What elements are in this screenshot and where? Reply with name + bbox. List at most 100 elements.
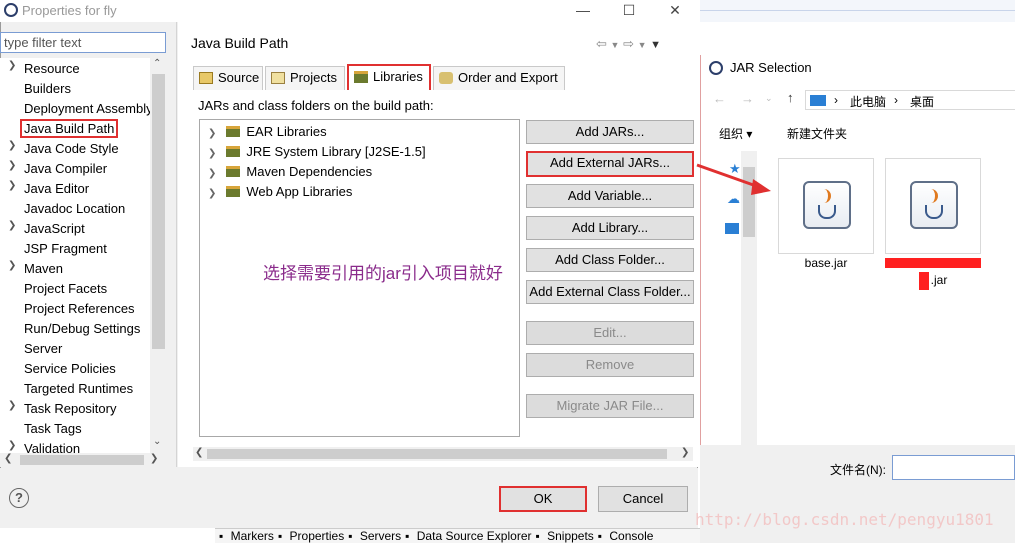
add-variable-button[interactable]: Add Variable... — [526, 184, 694, 208]
back-icon[interactable]: ⇦ — [596, 36, 607, 51]
add-class-folder-button[interactable]: Add Class Folder... — [526, 248, 694, 272]
tree-item[interactable]: Service Policies — [24, 359, 116, 379]
tree-horizontal-scrollbar[interactable]: ❮ ❯ — [0, 453, 166, 467]
tab-order-export[interactable]: Order and Export — [433, 66, 565, 90]
bottom-tab[interactable]: ▪ Markers — [219, 529, 274, 543]
scroll-left-icon[interactable]: ❮ — [195, 447, 203, 458]
remove-button[interactable]: Remove — [526, 353, 694, 377]
chevron-down-icon[interactable]: ⌄ — [765, 93, 773, 104]
tree-item[interactable]: Task Tags — [24, 419, 82, 439]
maximize-button[interactable]: ☐ — [606, 0, 652, 22]
scroll-thumb[interactable] — [207, 449, 667, 459]
up-icon[interactable]: ↑ — [787, 90, 794, 105]
pc-icon[interactable] — [725, 223, 739, 234]
close-button[interactable]: ✕ — [652, 0, 698, 22]
file-item-base-jar[interactable] — [778, 158, 874, 254]
tree-item[interactable]: Project Facets — [24, 279, 107, 299]
scroll-up-icon[interactable]: ⌃ — [153, 58, 161, 69]
scroll-right-icon[interactable]: ❯ — [150, 453, 158, 464]
organize-menu[interactable]: 组织 ▾ — [719, 125, 752, 142]
scroll-thumb[interactable] — [20, 455, 144, 465]
tree-item[interactable]: Project References — [24, 299, 135, 319]
back-icon[interactable]: ← — [713, 91, 726, 106]
expand-icon[interactable]: ❯ — [8, 60, 16, 71]
java-file-icon — [803, 181, 851, 229]
tree-item[interactable]: Server — [24, 339, 62, 359]
migrate-jar-button[interactable]: Migrate JAR File... — [526, 394, 694, 418]
file-item-jar[interactable] — [885, 158, 981, 254]
bottom-tab[interactable]: ▪ Console — [598, 529, 654, 543]
tree-item[interactable]: Validation — [24, 439, 80, 453]
ok-button[interactable]: OK — [499, 486, 587, 512]
tree-vertical-scrollbar[interactable]: ⌃ ⌄ — [150, 58, 166, 453]
filter-input[interactable]: type filter text — [0, 32, 166, 53]
library-icon — [226, 186, 241, 197]
library-item[interactable]: ❯ EAR Libraries — [208, 122, 327, 142]
tree-item[interactable]: Task Repository — [24, 399, 116, 419]
expand-icon[interactable]: ❯ — [8, 180, 16, 191]
tree-item[interactable]: JSP Fragment — [24, 239, 107, 259]
minimize-button[interactable]: — — [560, 0, 606, 22]
tree-item[interactable]: Builders — [24, 79, 71, 99]
redaction-mark — [885, 258, 981, 268]
chevron-down-icon[interactable]: ▼ — [638, 40, 647, 50]
filename-input[interactable] — [892, 455, 1015, 480]
scroll-thumb[interactable] — [152, 74, 165, 349]
forward-icon[interactable]: ⇨ — [623, 36, 634, 51]
splitter[interactable] — [176, 22, 177, 467]
add-external-jars-button[interactable]: Add External JARs... — [526, 151, 694, 177]
tree-item[interactable]: Java Editor — [24, 179, 89, 199]
chevron-down-icon[interactable]: ▼ — [611, 40, 620, 50]
help-icon[interactable]: ? — [9, 488, 29, 508]
file-name: base.jar — [804, 256, 848, 270]
view-menu-icon[interactable]: ▼ — [650, 39, 661, 51]
tab-projects[interactable]: Projects — [265, 66, 345, 90]
new-folder-button[interactable]: 新建文件夹 — [787, 125, 847, 142]
library-item[interactable]: ❯ JRE System Library [J2SE-1.5] — [208, 142, 426, 162]
breadcrumb-desktop[interactable]: 桌面 — [910, 93, 934, 110]
breadcrumb-pc[interactable]: 此电脑 — [850, 93, 886, 110]
annotation-text: 选择需要引用的jar引入项目就好 — [263, 264, 503, 283]
tree-item[interactable]: Maven — [24, 259, 63, 279]
add-library-button[interactable]: Add Library... — [526, 216, 694, 240]
expand-icon[interactable]: ❯ — [8, 140, 16, 151]
scroll-down-icon[interactable]: ⌄ — [153, 436, 161, 447]
forward-icon[interactable]: → — [741, 91, 754, 106]
expand-icon[interactable]: ❯ — [8, 400, 16, 411]
tree-item[interactable]: Java Compiler — [24, 159, 107, 179]
bottom-scrollbar[interactable]: ❮ ❯ — [193, 447, 693, 461]
scroll-left-icon[interactable]: ❮ — [4, 453, 12, 464]
bottom-tab[interactable]: ▪ Snippets — [536, 529, 594, 543]
expand-icon[interactable]: ❯ — [208, 168, 216, 179]
bottom-tab[interactable]: ▪ Servers — [348, 529, 401, 543]
expand-icon[interactable]: ❯ — [208, 148, 216, 159]
edit-button[interactable]: Edit... — [526, 321, 694, 345]
address-bar[interactable]: › 此电脑 › 桌面 — [805, 90, 1015, 110]
expand-icon[interactable]: ❯ — [208, 188, 216, 199]
tree-item[interactable]: Resource — [24, 59, 80, 79]
scroll-right-icon[interactable]: ❯ — [681, 447, 689, 458]
tree-item[interactable]: Java Code Style — [24, 139, 119, 159]
tree-item[interactable]: Javadoc Location — [24, 199, 125, 219]
expand-icon[interactable]: ❯ — [208, 128, 216, 139]
nav-scrollbar[interactable] — [741, 151, 757, 445]
cancel-button[interactable]: Cancel — [598, 486, 688, 512]
bottom-tab[interactable]: ▪ Data Source Explorer — [405, 529, 531, 543]
tab-libraries[interactable]: Libraries — [347, 64, 431, 90]
library-item[interactable]: ❯ Web App Libraries — [208, 182, 352, 202]
tree-item[interactable]: Targeted Runtimes — [24, 379, 133, 399]
tree-item[interactable]: Run/Debug Settings — [24, 319, 140, 339]
expand-icon[interactable]: ❯ — [8, 440, 16, 451]
tree-item[interactable]: JavaScript — [24, 219, 85, 239]
expand-icon[interactable]: ❯ — [8, 160, 16, 171]
expand-icon[interactable]: ❯ — [8, 260, 16, 271]
add-external-class-folder-button[interactable]: Add External Class Folder... — [526, 280, 694, 304]
nav-history: ⇦ ▼ ⇨ ▼ ▼ — [596, 36, 661, 52]
library-item[interactable]: ❯ Maven Dependencies — [208, 162, 372, 182]
expand-icon[interactable]: ❯ — [8, 220, 16, 231]
tab-source[interactable]: Source — [193, 66, 263, 90]
tree-item[interactable]: Deployment Assembly — [24, 99, 150, 119]
bottom-tab[interactable]: ▪ Properties — [278, 529, 344, 543]
add-jars-button[interactable]: Add JARs... — [526, 120, 694, 144]
tree-item[interactable]: Java Build Path — [20, 119, 119, 139]
